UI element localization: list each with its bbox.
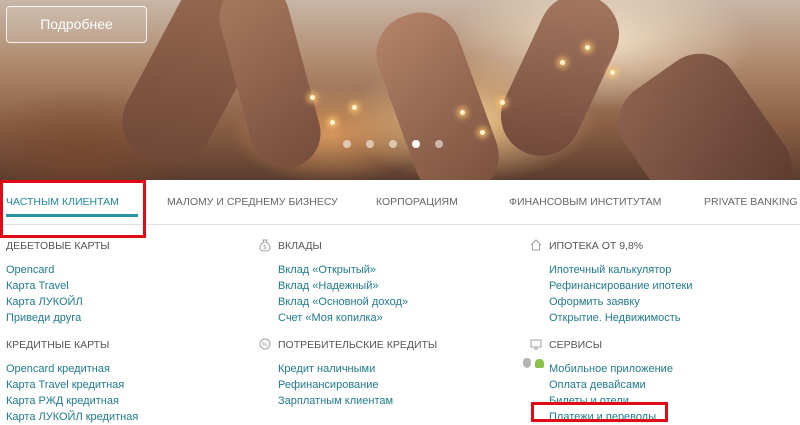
tab-private-clients[interactable]: ЧАСТНЫМ КЛИЕНТАМ: [6, 196, 119, 208]
deposits-section: $ ВКЛАДЫ Вклад «Открытый» Вклад «Надежны…: [258, 239, 408, 326]
section-title: % ПОТРЕБИТЕЛЬСКИЕ КРЕДИТЫ: [258, 338, 437, 352]
more-details-button[interactable]: Подробнее: [6, 6, 147, 43]
menu-link[interactable]: Рефинансирование: [278, 377, 437, 393]
menu-link[interactable]: Карта РЖД кредитная: [6, 393, 138, 409]
hero-banner: Подробнее: [0, 0, 800, 180]
house-icon: [529, 239, 543, 253]
tab-private-banking[interactable]: PRIVATE BANKING: [704, 196, 798, 208]
sparkler-light: [330, 120, 335, 125]
menu-link[interactable]: Оплата девайсами: [549, 377, 673, 393]
section-title: СЕРВИСЫ: [529, 338, 673, 352]
sparkler-light: [585, 45, 590, 50]
carousel-dot[interactable]: [366, 140, 374, 148]
carousel-dot[interactable]: [435, 140, 443, 148]
carousel-dots: [343, 140, 443, 148]
tab-financial-institutions[interactable]: ФИНАНСОВЫМ ИНСТИТУТАМ: [509, 196, 661, 208]
sparkler-light: [352, 105, 357, 110]
active-tab-underline: [6, 214, 138, 217]
carousel-dot-active[interactable]: [412, 140, 420, 148]
menu-link[interactable]: Opencard: [6, 262, 110, 278]
consumer-loans-section: % ПОТРЕБИТЕЛЬСКИЕ КРЕДИТЫ Кредит наличны…: [258, 338, 437, 409]
menu-link[interactable]: Карта ЛУКОЙЛ кредитная: [6, 409, 138, 425]
menu-link[interactable]: Карта Travel: [6, 278, 110, 294]
sparkler-light: [480, 130, 485, 135]
menu-link[interactable]: Зарплатным клиентам: [278, 393, 437, 409]
menu-link[interactable]: Открытие. Недвижимость: [549, 310, 693, 326]
menu-link[interactable]: Мобильное приложение: [549, 361, 673, 377]
tab-corporations[interactable]: КОРПОРАЦИЯМ: [376, 196, 458, 208]
tab-small-business[interactable]: МАЛОМУ И СРЕДНЕМУ БИЗНЕСУ: [167, 196, 338, 208]
section-title: ИПОТЕКА ОТ 9,8%: [529, 239, 693, 253]
menu-link[interactable]: Оформить заявку: [549, 294, 693, 310]
hero-photo-arm: [487, 0, 633, 169]
sparkler-light: [460, 110, 465, 115]
sparkler-light: [310, 95, 315, 100]
menu-link[interactable]: Платежи и переводы: [549, 409, 673, 425]
services-section: СЕРВИСЫ Мобильное приложение Оплата дева…: [529, 338, 673, 425]
menu-link[interactable]: Карта Travel кредитная: [6, 377, 138, 393]
hero-photo-arm: [603, 38, 800, 180]
sparkler-light: [610, 70, 615, 75]
svg-text:%: %: [262, 341, 268, 349]
section-title: ДЕБЕТОВЫЕ КАРТЫ: [6, 240, 110, 252]
menu-link[interactable]: Карта ЛУКОЙЛ: [6, 294, 110, 310]
credit-cards-section: КРЕДИТНЫЕ КАРТЫ Opencard кредитная Карта…: [6, 338, 138, 425]
debit-cards-section: ДЕБЕТОВЫЕ КАРТЫ Opencard Карта Travel Ка…: [6, 239, 110, 326]
carousel-dot[interactable]: [389, 140, 397, 148]
hero-photo-arm: [365, 1, 510, 180]
menu-link[interactable]: Вклад «Открытый»: [278, 262, 408, 278]
mortgage-section: ИПОТЕКА ОТ 9,8% Ипотечный калькулятор Ре…: [529, 239, 693, 326]
menu-link[interactable]: Вклад «Надежный»: [278, 278, 408, 294]
segment-tabs: ЧАСТНЫМ КЛИЕНТАМ МАЛОМУ И СРЕДНЕМУ БИЗНЕ…: [0, 180, 800, 225]
menu-link[interactable]: Приведи друга: [6, 310, 110, 326]
monitor-icon: [529, 338, 543, 352]
section-title: $ ВКЛАДЫ: [258, 239, 408, 253]
menu-link[interactable]: Вклад «Основной доход»: [278, 294, 408, 310]
money-bag-icon: $: [258, 239, 272, 253]
sparkler-light: [560, 60, 565, 65]
menu-link[interactable]: Ипотечный калькулятор: [549, 262, 693, 278]
apple-icon: [523, 358, 531, 368]
app-store-icons: [523, 358, 544, 368]
carousel-dot[interactable]: [343, 140, 351, 148]
section-title: КРЕДИТНЫЕ КАРТЫ: [6, 339, 110, 351]
menu-link[interactable]: Рефинансирование ипотеки: [549, 278, 693, 294]
menu-link[interactable]: Счет «Моя копилка»: [278, 310, 408, 326]
percent-icon: %: [258, 338, 272, 352]
android-icon: [535, 359, 544, 368]
menu-link[interactable]: Билеты и отели: [549, 393, 673, 409]
svg-text:$: $: [263, 244, 267, 251]
menu-link[interactable]: Opencard кредитная: [6, 361, 138, 377]
sparkler-light: [500, 100, 505, 105]
menu-link[interactable]: Кредит наличными: [278, 361, 437, 377]
